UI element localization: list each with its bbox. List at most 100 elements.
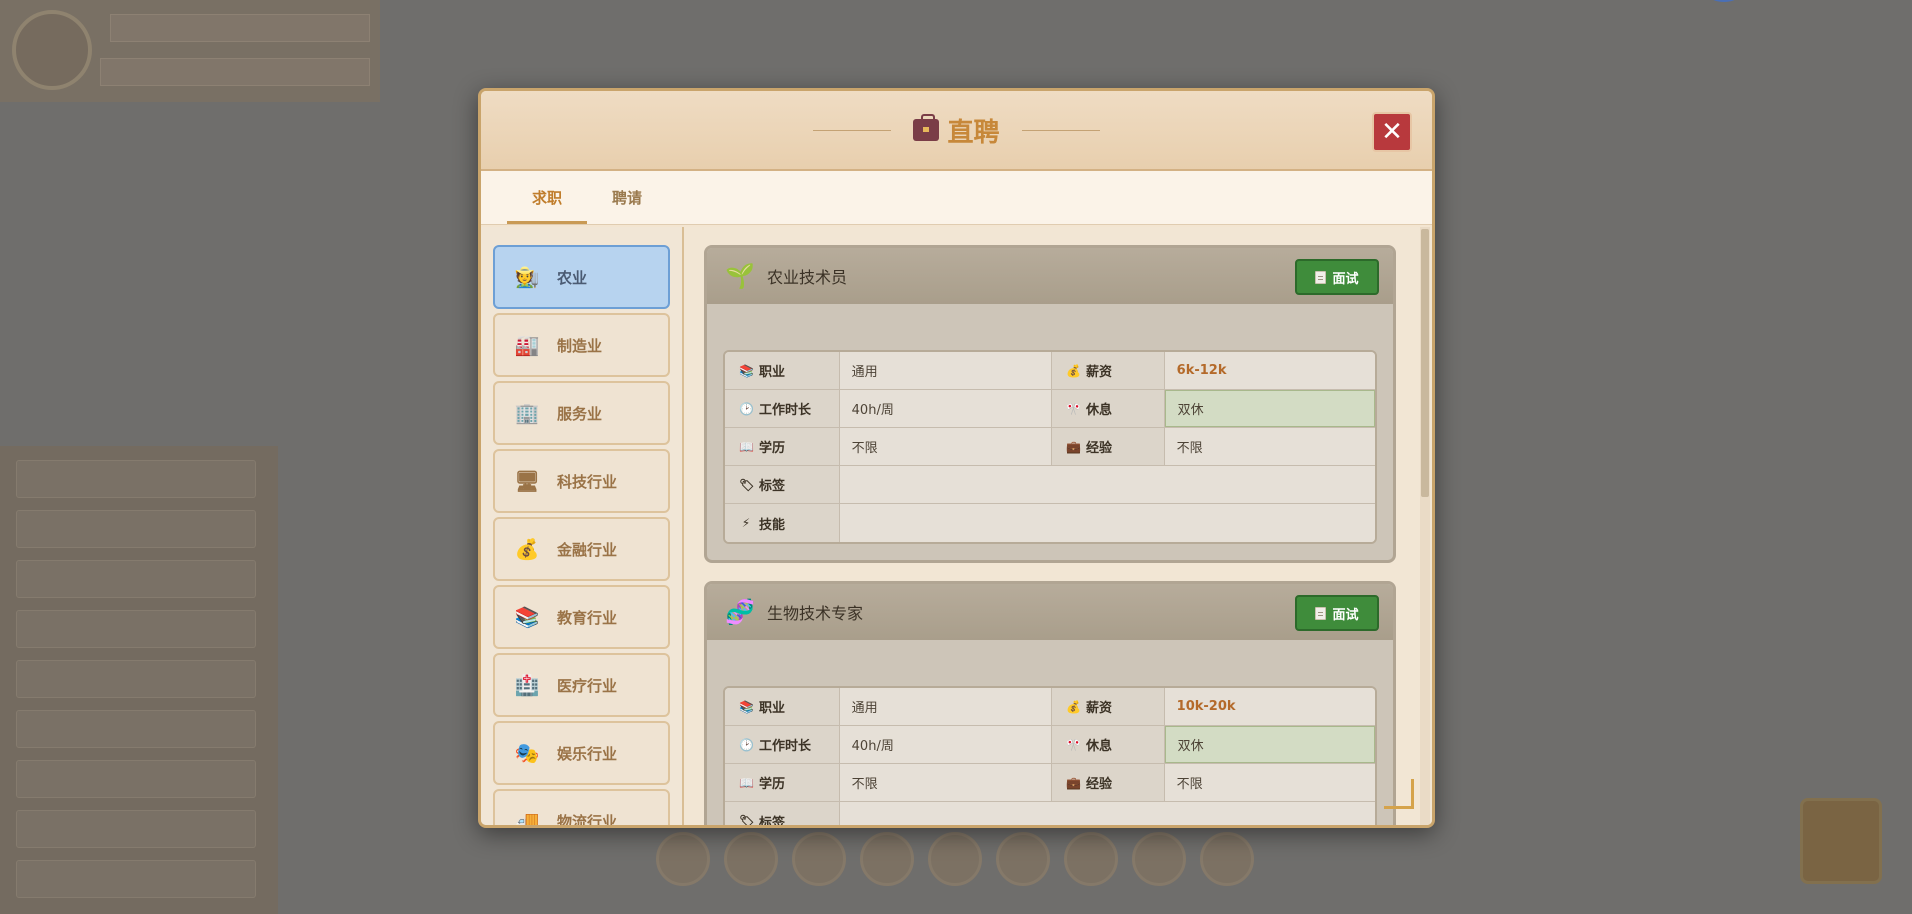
sidebar-item-label: 制造业 <box>557 336 603 355</box>
interview-button[interactable]: 面试 <box>1295 595 1379 631</box>
seedling-icon: 🌱 <box>725 262 755 290</box>
background-toolbar-icon <box>792 832 846 886</box>
job-card-spacer <box>707 640 1393 686</box>
occupation-label-text: 职业 <box>759 701 786 716</box>
tab-hiring[interactable]: 聘请 <box>587 171 667 224</box>
background-left-row <box>16 710 256 748</box>
background-avatar <box>12 10 92 90</box>
background-bottom-toolbar <box>656 832 1254 886</box>
education-label-text: 学历 <box>759 777 786 792</box>
money-bag-icon: 💰 <box>514 537 540 561</box>
experience-label: 💼 经验 <box>1052 764 1165 801</box>
occupation-value: 通用 <box>839 352 1052 389</box>
sidebar-item-entertainment[interactable]: 🎭 娱乐行业 <box>493 721 670 785</box>
job-details-table: 📚 职业 通用 💰 薪资 6k-12k 🕑 工作时长 40h/周 🎌 休息 双休 📖 学历… <box>723 350 1377 544</box>
work-hours-label: 🕑 工作时长 <box>725 390 840 427</box>
experience-value: 不限 <box>1164 428 1375 465</box>
rest-label-text: 休息 <box>1085 403 1112 418</box>
education-label: 📖 学历 <box>725 764 840 801</box>
clock-icon: 🕑 <box>739 401 754 416</box>
background-toolbar-icon <box>928 832 982 886</box>
occupation-value: 通用 <box>839 688 1052 725</box>
tags-value <box>840 802 1375 825</box>
salary-label-text: 薪资 <box>1086 701 1113 716</box>
sidebar-item-service[interactable]: 🏢 服务业 <box>493 381 670 445</box>
interview-button-label: 面试 <box>1332 271 1359 287</box>
education-value: 不限 <box>839 428 1052 465</box>
briefcase-icon: 💼 <box>1066 439 1081 454</box>
zhipin-modal: 直聘 ✕ 求职 聘请 🧑‍🌾 农业 🏭 制造业 🏢 服务业 <box>478 88 1435 828</box>
occupation-label-text: 职业 <box>759 365 786 380</box>
sidebar-item-agriculture[interactable]: 🧑‍🌾 农业 <box>493 245 670 309</box>
skills-value <box>840 504 1375 542</box>
job-list: 🌱 农业技术员 面试 📚 职业 通用 💰 薪资 6k-12k 🕑 工作时长 40… <box>684 227 1432 825</box>
sidebar-item-manufacturing[interactable]: 🏭 制造业 <box>493 313 670 377</box>
sidebar-item-education[interactable]: 📚 教育行业 <box>493 585 670 649</box>
tag-icon: 🏷 <box>739 814 755 825</box>
briefcase-icon: 💼 <box>1066 775 1081 790</box>
sidebar-item-logistics[interactable]: 🚚 物流行业 <box>493 789 670 825</box>
scrollbar-thumb[interactable] <box>1421 229 1429 497</box>
lightning-icon: ⚡ <box>741 516 751 530</box>
background-left-row <box>16 460 256 498</box>
background-indicator <box>1710 0 1738 2</box>
interview-button[interactable]: 面试 <box>1295 259 1379 295</box>
background-toolbar-icon <box>724 832 778 886</box>
job-title: 农业技术员 <box>767 268 848 287</box>
background-toolbar-icon <box>1132 832 1186 886</box>
farmer-icon: 🧑‍🌾 <box>514 265 540 289</box>
background-left-row <box>16 810 256 848</box>
occupation-label: 📚 职业 <box>725 688 840 725</box>
rest-icon: 🎌 <box>1065 401 1081 416</box>
job-card-header: 🧬 生物技术专家 面试 <box>707 584 1393 640</box>
tags-label: 🏷 标签 <box>725 466 840 503</box>
education-value: 不限 <box>839 764 1052 801</box>
modal-title: 直聘 <box>913 112 1000 149</box>
clock-icon: 🕑 <box>739 737 754 752</box>
education-label-text: 学历 <box>759 441 786 456</box>
sidebar-item-tech[interactable]: 🖥 科技行业 <box>493 449 670 513</box>
rest-label: 🎌 休息 <box>1051 726 1165 763</box>
tags-label: 🏷 标签 <box>725 802 840 825</box>
books-icon: 📚 <box>514 605 540 629</box>
rest-value: 双休 <box>1164 390 1375 427</box>
modal-body: 🧑‍🌾 农业 🏭 制造业 🏢 服务业 🖥 科技行业 💰 金融行业 📚 <box>481 227 1432 825</box>
modal-title-text: 直聘 <box>947 117 1000 148</box>
tab-job-seeking[interactable]: 求职 <box>507 171 587 224</box>
background-left-row <box>16 510 256 548</box>
table-row: 📖 学历 不限 💼 经验 不限 <box>725 764 1375 802</box>
rest-label: 🎌 休息 <box>1051 390 1165 427</box>
rest-icon: 🎌 <box>1065 737 1081 752</box>
background-toolbar-icon <box>656 832 710 886</box>
sidebar-item-label: 服务业 <box>557 404 603 423</box>
sidebar-item-label: 娱乐行业 <box>557 744 618 763</box>
job-card: 🌱 农业技术员 面试 📚 职业 通用 💰 薪资 6k-12k 🕑 工作时长 40… <box>704 245 1396 563</box>
experience-label-text: 经验 <box>1086 441 1113 456</box>
experience-label: 💼 经验 <box>1052 428 1165 465</box>
background-left-row <box>16 760 256 798</box>
table-row: 📚 职业 通用 💰 薪资 10k-20k <box>725 688 1375 726</box>
sidebar-item-finance[interactable]: 💰 金融行业 <box>493 517 670 581</box>
work-hours-label-text: 工作时长 <box>759 403 812 418</box>
sidebar-item-label: 科技行业 <box>557 472 618 491</box>
interview-button-label: 面试 <box>1332 607 1359 623</box>
computer-icon: 🖥 <box>514 469 540 493</box>
theater-masks-icon: 🎭 <box>514 741 540 765</box>
tags-label-text: 标签 <box>759 815 786 826</box>
sidebar-item-medical[interactable]: 🏥 医疗行业 <box>493 653 670 717</box>
work-hours-value: 40h/周 <box>839 390 1052 427</box>
table-row: 🏷 标签 <box>725 466 1375 504</box>
building-icon: 🏢 <box>514 401 540 425</box>
modal-title-wrap: 直聘 <box>813 112 1100 149</box>
background-left-row <box>16 560 256 598</box>
open-book-icon: 📖 <box>739 439 754 454</box>
job-list-scrollbar[interactable] <box>1420 227 1430 825</box>
tags-label-text: 标签 <box>759 479 786 494</box>
close-button[interactable]: ✕ <box>1372 112 1412 152</box>
clipboard-icon <box>1315 270 1327 284</box>
rest-label-text: 休息 <box>1085 739 1112 754</box>
books-stack-icon: 📚 <box>739 363 754 378</box>
sidebar-item-label: 教育行业 <box>557 608 618 627</box>
sidebar-item-label: 农业 <box>557 268 588 287</box>
experience-label-text: 经验 <box>1086 777 1113 792</box>
